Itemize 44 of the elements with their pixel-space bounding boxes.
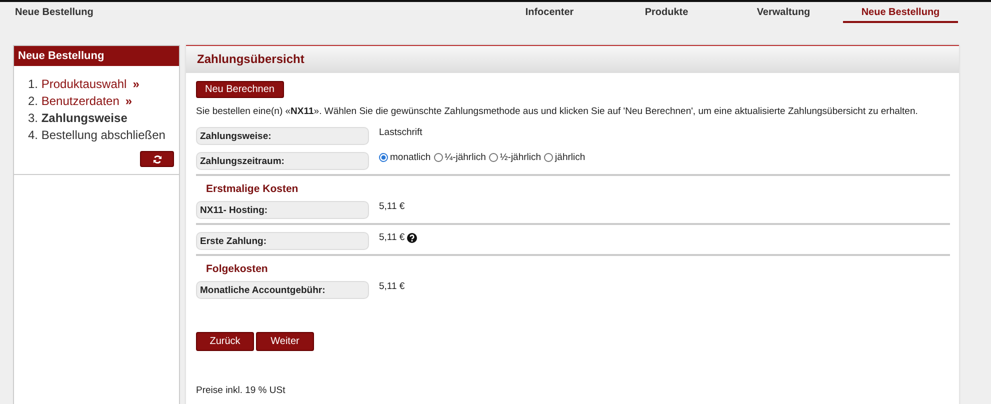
field-value: 5,11 € <box>379 201 405 212</box>
step-number: 4. <box>28 128 40 142</box>
nav-tab[interactable]: Produkte <box>609 2 724 23</box>
step-link[interactable]: Produktauswahl <box>41 77 127 91</box>
recalculate-button[interactable]: Neu Berechnen <box>196 81 284 98</box>
step-number: 2. <box>28 94 40 108</box>
step-arrow: » <box>125 94 132 108</box>
field-label: Zahlungszeitraum: <box>196 152 369 170</box>
radio-button[interactable] <box>544 153 554 162</box>
step-arrow: » <box>132 77 140 91</box>
field-label: NX11- Hosting: <box>196 200 369 218</box>
radio-option[interactable]: monatlich <box>379 152 431 163</box>
radio-button[interactable] <box>379 153 388 162</box>
intro-text: Sie bestellen eine(n) «NX11». Wählen Sie die gewünschte Zahlungsmethode aus und klicken Sie auf 'Neu Berechnen', um eine aktualisierte Zahlungsübersicht zu erhalten. <box>196 106 919 117</box>
radio-option[interactable]: jährlich <box>544 152 586 163</box>
nav-tab[interactable]: Verwaltung <box>726 2 841 23</box>
panel-title: Zahlungsübersicht <box>186 46 959 73</box>
field-label: Zahlungsweise: <box>196 126 369 144</box>
help-icon[interactable] <box>406 232 417 242</box>
radio-option[interactable]: ½-jährlich <box>488 152 542 163</box>
field-value: 5,11 € <box>379 232 405 243</box>
sidebar-title: Neue Bestellung <box>14 46 179 66</box>
field-value: 5,11 € <box>379 281 405 292</box>
field-label: Monatliche Accountgebühr: <box>196 280 369 298</box>
page-title: Neue Bestellung <box>14 6 94 18</box>
field-label: Erste Zahlung: <box>196 232 369 250</box>
nav-button[interactable]: Zurück <box>196 332 254 351</box>
nav-button[interactable]: Weiter <box>256 332 314 351</box>
radio-option[interactable]: ¼-jährlich <box>434 152 486 163</box>
nav-tab[interactable]: Neue Bestellung <box>843 2 958 23</box>
step-label: Bestellung abschließen <box>41 128 166 142</box>
nav-tab[interactable]: Infocenter <box>492 2 607 23</box>
footnote: Preise inkl. 19 % USt <box>196 385 286 396</box>
refresh-icon <box>152 154 162 164</box>
refresh-button[interactable] <box>140 151 174 167</box>
field-value: Lastschrift <box>379 127 422 138</box>
radio-button[interactable] <box>488 153 498 162</box>
current-step: Zahlungsweise <box>41 111 128 125</box>
step-link[interactable]: Benutzerdaten <box>41 94 120 108</box>
step-number: 3. <box>28 111 40 125</box>
section-heading: Folgekosten <box>205 262 269 277</box>
radio-button[interactable] <box>434 153 443 162</box>
step-number: 1. <box>28 77 40 91</box>
section-heading: Erstmalige Kosten <box>205 182 300 197</box>
